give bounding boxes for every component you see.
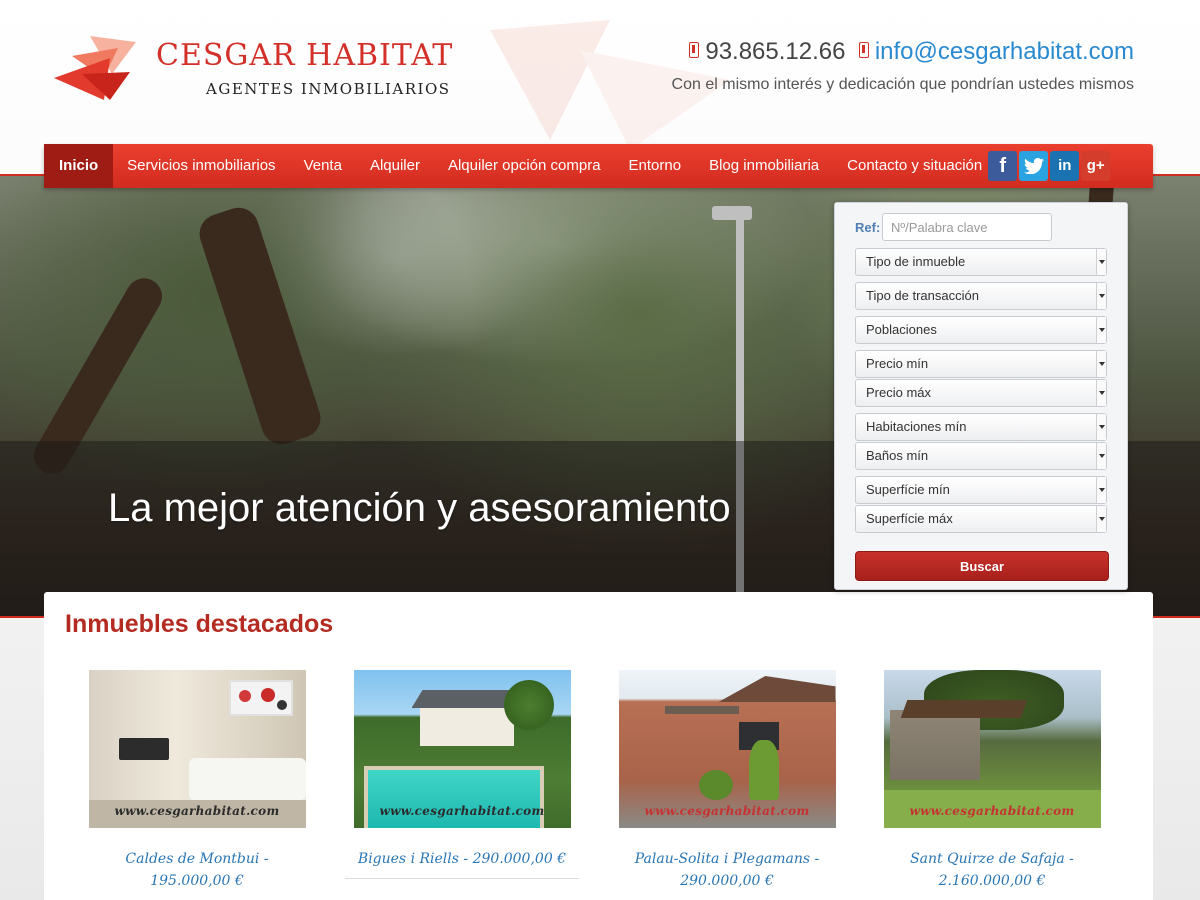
photo-house <box>411 690 522 746</box>
property-photo[interactable]: www.cesgarhabitat.com <box>618 670 836 828</box>
header-contact: 93.865.12.66 info@cesgarhabitat.com Con … <box>672 38 1134 94</box>
site-header: CESGAR HABITAT AGENTES INMOBILIARIOS 93.… <box>0 0 1200 145</box>
property-card[interactable]: www.cesgarhabitat.com Caldes de Montbui … <box>80 670 314 900</box>
phone-icon <box>689 42 700 58</box>
brand-tagline: AGENTES INMOBILIARIOS <box>206 80 451 98</box>
chevron-down-icon <box>1096 380 1106 406</box>
select-label: Tipo de inmueble <box>866 254 966 269</box>
photo-pool <box>363 766 544 828</box>
linkedin-icon[interactable]: in <box>1050 151 1080 181</box>
property-photo[interactable]: www.cesgarhabitat.com <box>353 670 571 828</box>
photo-stone-house <box>889 710 980 780</box>
ref-label: Ref: <box>855 219 881 235</box>
select-banos-min[interactable]: Baños mín <box>855 442 1107 470</box>
select-superficie-min[interactable]: Superfície mín <box>855 476 1107 504</box>
property-caption[interactable]: Palau-Solita i Plegamans - 290.000,00 € <box>610 848 844 892</box>
select-label: Superfície máx <box>866 511 953 526</box>
hero-photo-trunk <box>194 202 326 450</box>
photo-roof <box>718 676 836 702</box>
chevron-down-icon <box>1096 283 1106 309</box>
photo-tree <box>748 740 779 800</box>
nav-item-alquiler[interactable]: Alquiler <box>356 144 434 188</box>
select-poblaciones[interactable]: Poblaciones <box>855 316 1107 344</box>
select-habitaciones-min[interactable]: Habitaciones mín <box>855 413 1107 441</box>
header-slogan: Con el mismo interés y dedicación que po… <box>671 76 1134 93</box>
hero-photo-lamp-head <box>712 206 752 220</box>
card-divider <box>345 878 579 879</box>
property-card[interactable]: www.cesgarhabitat.com Sant Quirze de Saf… <box>875 670 1109 892</box>
select-label: Baños mín <box>866 448 929 463</box>
select-label: Poblaciones <box>866 322 937 337</box>
photo-watermark: www.cesgarhabitat.com <box>644 804 810 818</box>
select-precio-max[interactable]: Precio máx <box>855 379 1107 407</box>
nav-item-contacto[interactable]: Contacto y situación <box>833 144 984 188</box>
chevron-down-icon <box>1096 317 1106 343</box>
select-precio-min[interactable]: Precio mín <box>855 350 1107 378</box>
nav-item-servicios[interactable]: Servicios inmobiliarios <box>113 144 289 188</box>
chevron-down-icon <box>1096 351 1106 377</box>
chevron-down-icon <box>1096 249 1106 275</box>
photo-watermark: www.cesgarhabitat.com <box>379 804 545 818</box>
section-title: Inmuebles destacados <box>65 610 334 638</box>
chevron-down-icon <box>1096 414 1106 440</box>
photo-watermark: www.cesgarhabitat.com <box>114 804 280 818</box>
select-tipo-transaccion[interactable]: Tipo de transacción <box>855 282 1107 310</box>
nav-item-alquiler-opcion-compra[interactable]: Alquiler opción compra <box>434 144 615 188</box>
property-photo[interactable]: www.cesgarhabitat.com <box>88 670 306 828</box>
select-label: Superfície mín <box>866 482 950 497</box>
photo-shrubs <box>698 770 733 800</box>
photo-table <box>118 738 169 760</box>
nav-item-entorno[interactable]: Entorno <box>615 144 696 188</box>
property-caption[interactable]: Sant Quirze de Safaja - 2.160.000,00 € <box>875 848 1109 892</box>
select-superficie-max[interactable]: Superfície máx <box>855 505 1107 533</box>
twitter-icon[interactable] <box>1019 151 1049 181</box>
photo-sofa <box>188 758 306 806</box>
chevron-down-icon <box>1096 477 1106 503</box>
photo-palm <box>503 680 554 730</box>
main-nav: Inicio Servicios inmobiliarios Venta Alq… <box>44 144 1153 188</box>
property-caption[interactable]: Bigues i Riells - 290.000,00 € <box>345 848 579 870</box>
select-tipo-inmueble[interactable]: Tipo de inmueble <box>855 248 1107 276</box>
property-card[interactable]: www.cesgarhabitat.com Palau-Solita i Ple… <box>610 670 844 892</box>
featured-properties: Inmuebles destacados www.cesgarhabitat.c… <box>44 592 1153 900</box>
select-label: Precio mín <box>866 356 929 371</box>
nav-item-venta[interactable]: Venta <box>290 144 356 188</box>
ref-search-input[interactable] <box>882 213 1052 241</box>
nav-item-blog[interactable]: Blog inmobiliaria <box>695 144 833 188</box>
photo-awning <box>664 706 739 714</box>
select-label: Tipo de transacción <box>866 288 979 303</box>
photo-watermark: www.cesgarhabitat.com <box>909 804 1075 818</box>
phone-icon <box>858 42 869 58</box>
property-card[interactable]: www.cesgarhabitat.com Bigues i Riells - … <box>345 670 579 879</box>
brand-name: CESGAR HABITAT <box>156 38 454 73</box>
logo-mark-icon <box>54 36 136 100</box>
email-link[interactable]: info@cesgarhabitat.com <box>875 38 1134 65</box>
property-photo[interactable]: www.cesgarhabitat.com <box>883 670 1101 828</box>
nav-item-inicio[interactable]: Inicio <box>44 144 114 188</box>
photo-roof <box>900 700 1027 718</box>
google-plus-icon[interactable]: g+ <box>1081 151 1111 181</box>
hero-title: La mejor atención y asesoramiento <box>108 486 731 530</box>
search-button[interactable]: Buscar <box>855 551 1109 581</box>
social-links: f in g+ <box>988 151 1111 181</box>
phone-number[interactable]: 93.865.12.66 <box>705 38 845 65</box>
property-search-panel: Ref: Tipo de inmueble Tipo de transacció… <box>834 202 1128 590</box>
select-label: Precio máx <box>866 385 932 400</box>
logo[interactable]: CESGAR HABITAT AGENTES INMOBILIARIOS <box>52 34 452 114</box>
facebook-icon[interactable]: f <box>988 151 1018 181</box>
property-caption[interactable]: Caldes de Montbui - 195.000,00 € <box>80 848 314 892</box>
chevron-down-icon <box>1096 443 1106 469</box>
photo-painting <box>228 680 293 716</box>
chevron-down-icon <box>1096 506 1106 532</box>
select-label: Habitaciones mín <box>866 419 967 434</box>
